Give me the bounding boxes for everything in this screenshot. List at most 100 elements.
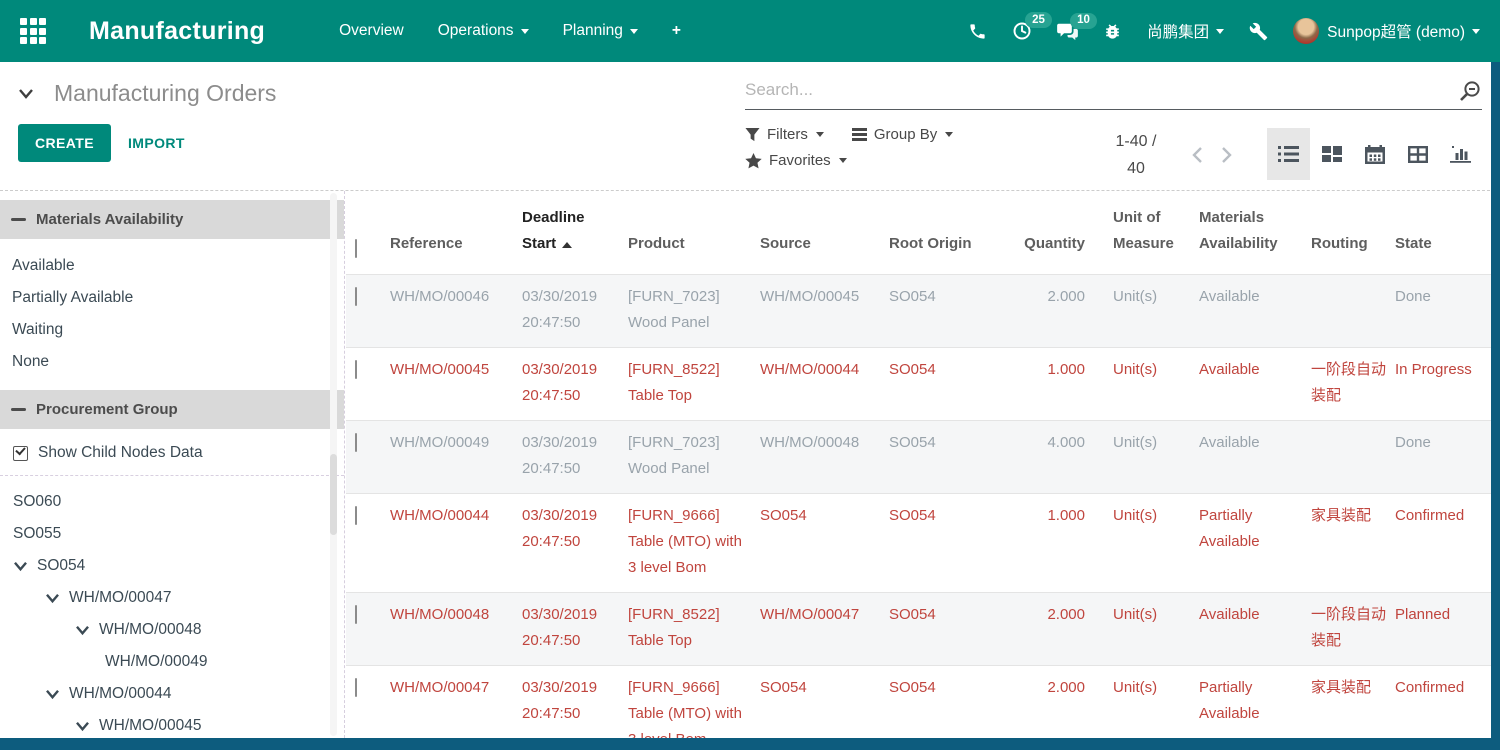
column-header-uom[interactable]: Unit ofMeasure <box>1099 205 1199 257</box>
tree-item-so054[interactable]: SO054 <box>0 550 344 582</box>
star-icon <box>745 153 762 169</box>
cell-root-origin: SO054 <box>889 357 1013 409</box>
view-switcher <box>1267 128 1482 180</box>
tree-item-wh-mo-00044[interactable]: WH/MO/00044 <box>0 678 344 710</box>
pager-total: 40 <box>1097 155 1175 182</box>
row-checkbox[interactable] <box>355 605 357 624</box>
activities-badge: 25 <box>1025 12 1052 28</box>
tree-item-so055[interactable]: SO055 <box>0 518 344 550</box>
user-menu[interactable]: Sunpop超管 (demo) <box>1293 18 1480 44</box>
show-child-nodes-checkbox[interactable]: Show Child Nodes Data <box>13 444 344 462</box>
chevron-down-icon <box>1216 29 1224 34</box>
filters-menu[interactable]: Filters <box>745 126 824 143</box>
row-checkbox[interactable] <box>355 678 357 697</box>
tree-item-wh-mo-00047[interactable]: WH/MO/00047 <box>0 582 344 614</box>
quick-create-button[interactable]: + <box>672 22 681 40</box>
cell-quantity: 1.000 <box>1013 503 1099 581</box>
tree-item-wh-mo-00048[interactable]: WH/MO/00048 <box>0 614 344 646</box>
cell-source: WH/MO/00045 <box>760 284 889 336</box>
chevron-down-icon <box>945 132 953 137</box>
tools-button[interactable] <box>1249 22 1268 41</box>
view-graph-button[interactable] <box>1439 128 1482 180</box>
scrollbar-thumb[interactable] <box>330 454 337 535</box>
search-icon[interactable] <box>1458 80 1482 109</box>
column-header-routing[interactable]: Routing <box>1311 231 1395 257</box>
tree-item-so060[interactable]: SO060 <box>0 486 344 518</box>
menu-operations[interactable]: Operations <box>438 22 529 40</box>
view-kanban-button[interactable] <box>1310 128 1353 180</box>
cell-source: WH/MO/00044 <box>760 357 889 409</box>
window-scrollbar-right[interactable] <box>1491 62 1500 750</box>
kanban-view-icon <box>1322 145 1342 163</box>
column-header-materials-availability[interactable]: MaterialsAvailability <box>1199 205 1311 257</box>
column-header-deadline-start[interactable]: Deadline Start <box>522 205 628 257</box>
table-row[interactable]: WH/MO/00049 03/30/201920:47:50 [FURN_702… <box>346 420 1491 493</box>
import-button[interactable]: IMPORT <box>128 135 185 151</box>
column-header-product[interactable]: Product <box>628 231 760 257</box>
cell-availability: Available <box>1199 602 1311 654</box>
table-row[interactable]: WH/MO/00048 03/30/201920:47:50 [FURN_852… <box>346 592 1491 665</box>
wrench-icon <box>1249 22 1268 41</box>
pager-next-button[interactable] <box>1212 142 1241 172</box>
cell-state: Done <box>1395 430 1490 482</box>
cell-quantity: 1.000 <box>1013 357 1099 409</box>
sidebar-scrollbar[interactable] <box>330 193 337 736</box>
column-header-root-origin[interactable]: Root Origin <box>889 231 1013 257</box>
filter-partially-available[interactable]: Partially Available <box>0 282 344 314</box>
select-all-checkbox[interactable] <box>355 239 357 258</box>
cell-product: [FURN_7023] Wood Panel <box>628 430 760 482</box>
filter-icon <box>745 127 760 142</box>
create-button[interactable]: CREATE <box>18 124 111 162</box>
breadcrumb[interactable]: Manufacturing Orders <box>18 80 276 107</box>
filter-none[interactable]: None <box>0 346 344 378</box>
cell-routing <box>1311 430 1395 482</box>
menu-overview[interactable]: Overview <box>339 22 404 40</box>
pager: 1-40 / 40 <box>1097 128 1175 182</box>
bug-icon <box>1103 22 1122 41</box>
systray: 25 10 尚鹏集团 Sunpop超管 (demo) <box>943 18 1500 44</box>
row-checkbox[interactable] <box>355 287 357 306</box>
messages-button[interactable]: 10 <box>1057 22 1078 41</box>
group-by-menu[interactable]: Group By <box>852 126 953 143</box>
voip-phone-button[interactable] <box>968 22 987 41</box>
pager-previous-button[interactable] <box>1183 142 1212 172</box>
tree-item-wh-mo-00049[interactable]: WH/MO/00049 <box>0 646 344 678</box>
row-checkbox[interactable] <box>355 433 357 452</box>
company-switcher[interactable]: 尚鹏集团 <box>1147 20 1224 42</box>
filter-available[interactable]: Available <box>0 250 344 282</box>
column-header-reference[interactable]: Reference <box>390 231 522 257</box>
table-row[interactable]: WH/MO/00045 03/30/201920:47:50 [FURN_852… <box>346 347 1491 420</box>
cell-product: [FURN_8522] Table Top <box>628 602 760 654</box>
chevron-left-icon <box>1192 146 1203 164</box>
cell-deadline: 03/30/201920:47:50 <box>522 503 628 581</box>
view-pivot-button[interactable] <box>1396 128 1439 180</box>
favorites-menu[interactable]: Favorites <box>745 152 847 169</box>
activities-button[interactable]: 25 <box>1012 21 1032 41</box>
tree-item-wh-mo-00045[interactable]: WH/MO/00045 <box>0 710 344 738</box>
column-header-source[interactable]: Source <box>760 231 889 257</box>
debug-button[interactable] <box>1103 22 1122 41</box>
menu-planning[interactable]: Planning <box>563 22 638 40</box>
page-title: Manufacturing Orders <box>54 80 276 107</box>
table-header-row: Reference Deadline Start Product Source … <box>346 191 1491 274</box>
view-list-button[interactable] <box>1267 128 1310 180</box>
section-materials-availability: Materials Availability <box>0 200 344 239</box>
cell-source: WH/MO/00047 <box>760 602 889 654</box>
table-row[interactable]: WH/MO/00044 03/30/201920:47:50 [FURN_966… <box>346 493 1491 592</box>
row-checkbox[interactable] <box>355 360 357 379</box>
section-procurement-group: Procurement Group <box>0 390 344 429</box>
view-calendar-button[interactable] <box>1353 128 1396 180</box>
cell-product: [FURN_9666] Table (MTO) with 3 level Bom <box>628 503 760 581</box>
chevron-down-icon <box>45 592 60 604</box>
filter-waiting[interactable]: Waiting <box>0 314 344 346</box>
row-checkbox[interactable] <box>355 506 357 525</box>
apps-grid-icon[interactable] <box>20 18 46 44</box>
window-scrollbar-bottom[interactable] <box>0 738 1500 750</box>
chevron-down-icon <box>816 132 824 137</box>
cell-reference: WH/MO/00044 <box>390 503 522 581</box>
search-input[interactable] <box>745 74 1482 110</box>
graph-view-icon <box>1450 145 1471 163</box>
column-header-state[interactable]: State <box>1395 231 1490 257</box>
column-header-quantity[interactable]: Quantity <box>1013 231 1099 257</box>
table-row[interactable]: WH/MO/00046 03/30/201920:47:50 [FURN_702… <box>346 274 1491 347</box>
